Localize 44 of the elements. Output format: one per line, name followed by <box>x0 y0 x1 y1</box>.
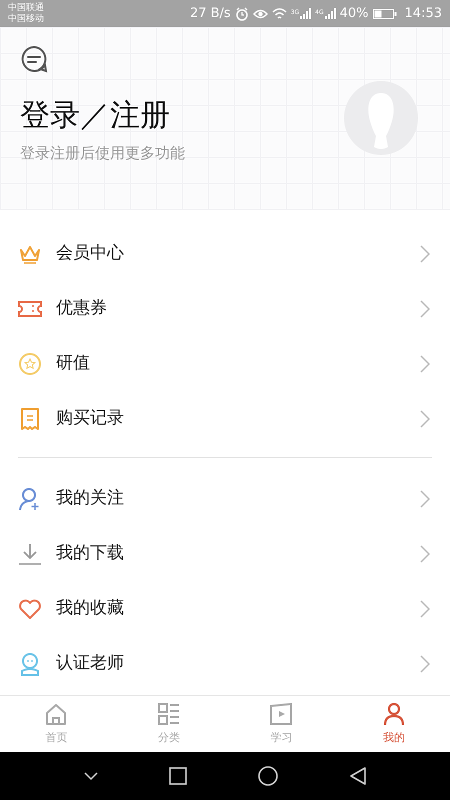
clock: 14:53 <box>404 4 442 23</box>
menu-item[interactable]: 购买记录 <box>0 391 450 446</box>
collapse-icon[interactable] <box>84 771 98 781</box>
menu-item[interactable]: 优惠券 <box>0 281 450 336</box>
chevron-icon <box>420 410 430 428</box>
coin-icon <box>18 352 42 376</box>
chevron-icon <box>420 300 430 318</box>
chevron-icon <box>420 544 430 562</box>
back-icon[interactable] <box>348 767 366 785</box>
carrier-name: 中国联通 <box>8 2 44 14</box>
category-icon <box>156 702 181 726</box>
chevron-icon <box>420 244 430 262</box>
eye-icon <box>252 8 268 20</box>
receipt-icon <box>18 406 42 430</box>
home-icon <box>44 702 68 726</box>
home-button-icon[interactable] <box>258 766 278 786</box>
menu-item[interactable]: 会员中心 <box>0 226 450 281</box>
teacher-icon <box>18 652 42 676</box>
login-subtitle: 登录注册后使用更多功能 <box>20 143 186 164</box>
signal-icon <box>324 8 336 20</box>
recents-icon[interactable] <box>168 767 186 785</box>
tab[interactable]: 我的 <box>338 696 450 752</box>
menu-item[interactable]: 我的收藏 <box>0 581 450 636</box>
chevron-icon <box>420 600 430 618</box>
network-speed: 27 B/s <box>190 4 231 23</box>
study-icon <box>269 702 294 726</box>
wifi-icon <box>272 8 287 20</box>
menu-item[interactable]: 我的下载 <box>0 526 450 581</box>
chevron-icon <box>420 354 430 372</box>
signal-icon <box>299 8 312 20</box>
message-icon[interactable] <box>20 45 48 73</box>
login-title: 登录／注册 <box>20 99 171 132</box>
chevron-icon <box>420 654 430 672</box>
me-icon <box>382 702 406 726</box>
heart-icon <box>18 596 42 620</box>
battery-percent: 40% <box>340 4 369 23</box>
menu-item[interactable]: 我的关注 <box>0 471 450 526</box>
download-icon <box>18 542 42 566</box>
menu-item[interactable]: 认证老师 <box>0 636 450 691</box>
chevron-icon <box>420 490 430 508</box>
alarm-icon <box>234 6 249 20</box>
menu-item[interactable]: 研值 <box>0 336 450 391</box>
carrier-name: 中国移动 <box>8 14 44 24</box>
battery-icon <box>372 8 397 20</box>
